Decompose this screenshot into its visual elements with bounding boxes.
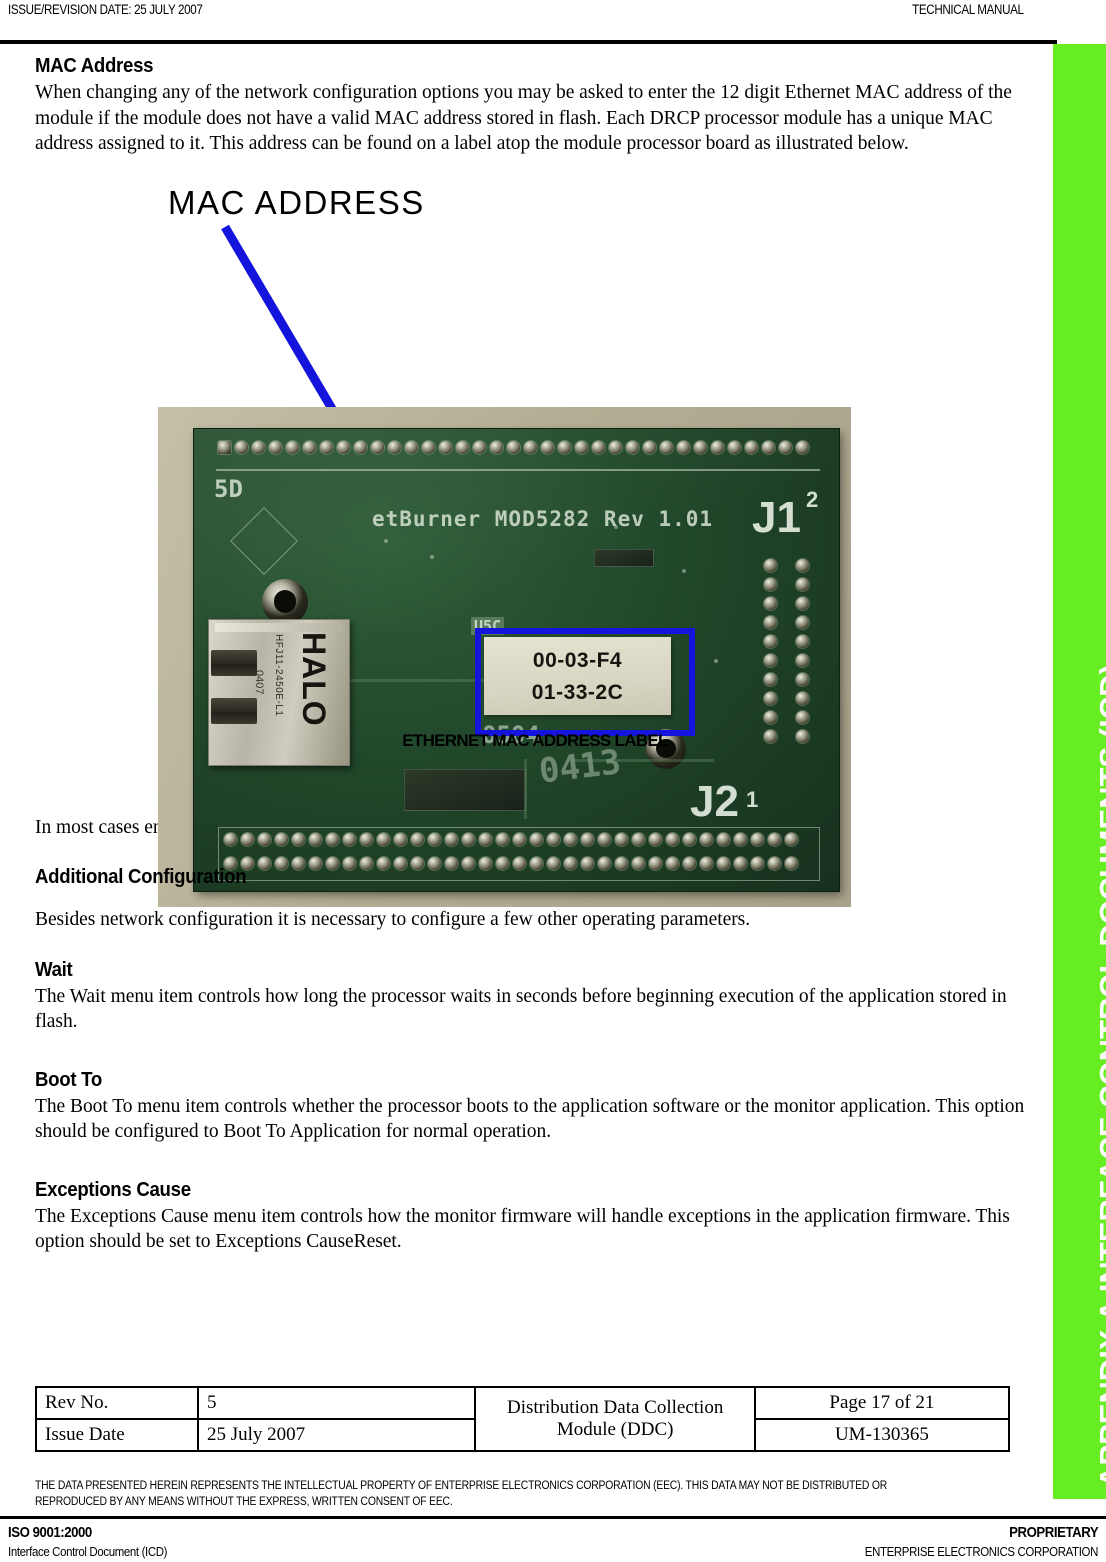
connector-label-j2: J2 <box>690 776 739 826</box>
pin-header-bottom-row1 <box>224 832 798 846</box>
connector-label-j1: J1 <box>752 492 801 542</box>
section-heading-additional-configuration: Additional Configuration <box>35 866 247 888</box>
page-header: ISSUE/REVISION DATE: 25 JULY 2007 TECHNI… <box>0 0 1106 44</box>
pcb-via-d <box>682 568 686 573</box>
figure-annotation-mac-address: MAC ADDRESS <box>168 183 425 221</box>
connector-pin-label-j1: 2 <box>806 486 819 512</box>
pcb-via-e <box>714 658 718 663</box>
section-heading-wait: Wait <box>35 958 73 981</box>
document-type-label: Interface Control Document (ICD) <box>8 1544 168 1559</box>
jack-part-number: HFJ11-2450E-L1 <box>273 633 284 716</box>
pcb-trace-b <box>524 758 527 819</box>
page-footer: ISO 9001:2000 Interface Control Document… <box>0 1522 1106 1562</box>
jack-date-code: 0407 <box>253 669 265 694</box>
rev-no-label: Rev No. <box>35 1386 199 1420</box>
pin-column-right-b <box>796 558 809 743</box>
header-divider-rule <box>0 40 1057 44</box>
side-tab-rotation-wrapper: APPENDIX A INTERFACE CONTROL DOCUMENTS (… <box>1053 44 1106 1499</box>
figure-caption: ETHERNET MAC ADDRESS LABEL <box>402 730 668 750</box>
issue-date-label: Issue Date <box>35 1418 199 1452</box>
classification-label: PROPRIETARY <box>1008 1524 1098 1541</box>
jack-brand-label: HALO <box>296 631 332 727</box>
document-content: MAC Address When changing any of the net… <box>35 55 1035 1255</box>
pcb-component-a <box>404 768 526 811</box>
section-body-mac-address: When changing any of the network configu… <box>35 82 1012 154</box>
jack-top-edge <box>215 622 343 632</box>
footer-divider-rule <box>0 1516 1106 1519</box>
circuit-board-photo: 5D etBurner MOD5282 Rev 1.01 U5C 0504 04… <box>158 406 851 907</box>
silkscreen-module-name: etBurner MOD5282 Rev 1.01 <box>372 506 714 531</box>
section-heading-boot-to: Boot To <box>35 1068 102 1091</box>
silkscreen-corner-mark: 5D <box>214 474 243 503</box>
section-body-exceptions-cause: The Exceptions Cause menu item controls … <box>35 1205 1010 1253</box>
silkscreen-line-top <box>216 468 820 471</box>
jack-slot-lower <box>211 697 257 724</box>
module-name-cell: Distribution Data Collection Module (DDC… <box>474 1386 756 1452</box>
pcb-component-b <box>594 548 654 567</box>
document-control-table: Rev No. 5 Distribution Data Collection M… <box>35 1386 1011 1452</box>
pcb-via-a <box>384 538 388 543</box>
pcb-via-b <box>430 554 434 559</box>
figure-ethernet-mac-address-label: MAC ADDRESS 5D etBurner MOD5282 Rev 1.01… <box>35 179 1035 907</box>
document-number-cell: UM-130365 <box>753 1418 1011 1452</box>
section-body-boot-to: The Boot To menu item controls whether t… <box>35 1095 1025 1143</box>
pcb-module: 5D etBurner MOD5282 Rev 1.01 U5C 0504 04… <box>194 428 839 891</box>
section-body-additional-configuration: Besides network configuration it is nece… <box>35 909 751 930</box>
jack-slot-upper <box>211 649 257 676</box>
table-row: Rev No. 5 Distribution Data Collection M… <box>35 1386 1011 1452</box>
issue-revision-date: ISSUE/REVISION DATE: 25 JULY 2007 <box>8 2 203 17</box>
section-heading-mac-address: MAC Address <box>35 55 154 77</box>
proprietary-notice: THE DATA PRESENTED HEREIN REPRESENTS THE… <box>35 1480 888 1508</box>
rev-no-value: 5 <box>196 1386 477 1420</box>
section-body-wait: The Wait menu item controls how long the… <box>35 985 1007 1033</box>
mac-address-highlight-box <box>475 627 695 736</box>
pcb-trace-c <box>574 758 714 762</box>
pin-header-top <box>218 440 809 454</box>
side-tab-label: APPENDIX A INTERFACE CONTROL DOCUMENTS (… <box>1093 664 1106 1488</box>
company-name-label: ENTERPRISE ELECTRONICS CORPORATION <box>864 1544 1099 1559</box>
appendix-side-tab: APPENDIX A INTERFACE CONTROL DOCUMENTS (… <box>1053 44 1106 1499</box>
section-heading-exceptions-cause: Exceptions Cause <box>35 1178 191 1201</box>
issue-date-value: 25 July 2007 <box>196 1418 477 1452</box>
page-number-cell: Page 17 of 21 <box>753 1386 1011 1420</box>
connector-pin-label-j2: 1 <box>746 786 759 812</box>
pcb-via-c <box>614 524 618 529</box>
pin-column-right-a <box>764 558 777 743</box>
iso-certification-label: ISO 9001:2000 <box>8 1524 92 1541</box>
manual-type-label: TECHNICAL MANUAL <box>912 2 1025 17</box>
